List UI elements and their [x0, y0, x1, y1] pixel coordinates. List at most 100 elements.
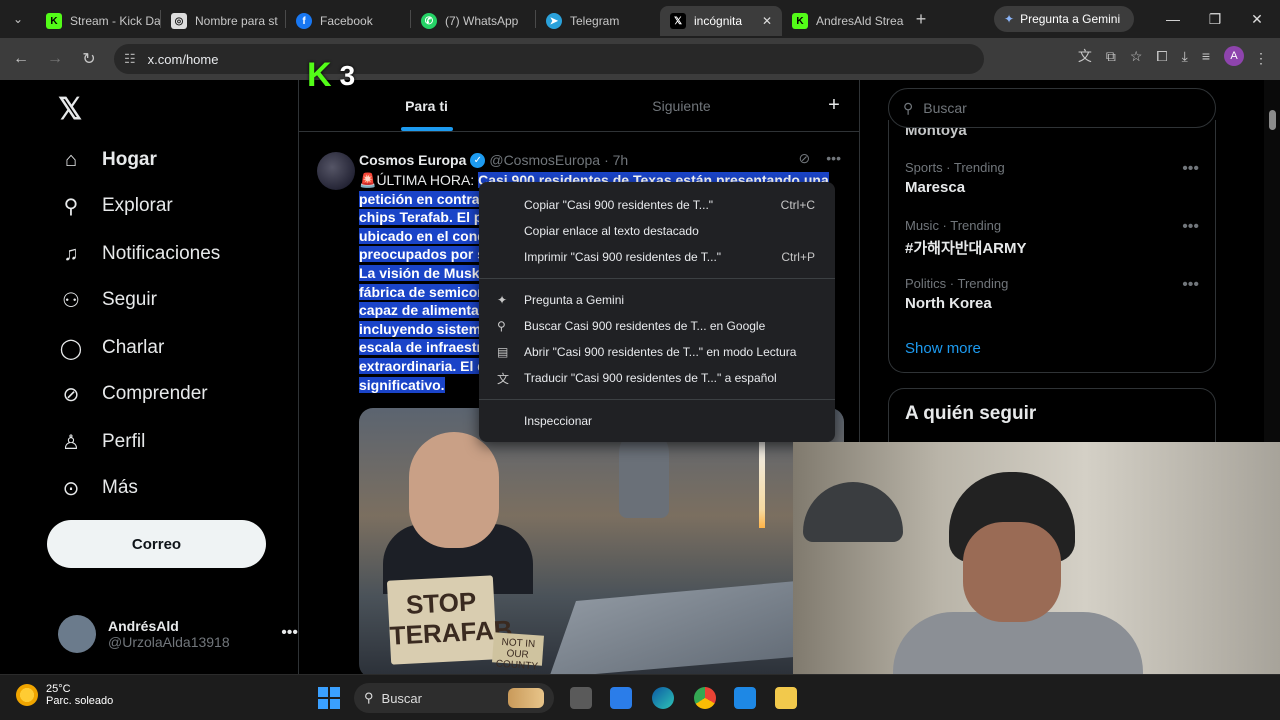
trend-item[interactable]: Sports · Trending Maresca ••• — [905, 160, 1205, 196]
tweet-line: preocupados por s — [359, 246, 486, 263]
tweet-time[interactable]: · 7h — [604, 152, 628, 168]
whatsapp-icon: ✆ — [421, 13, 437, 29]
nav-item-follow[interactable]: ⚇ Seguir — [58, 282, 157, 318]
more-options-icon[interactable]: ••• — [1182, 218, 1199, 236]
trends-panel: Montoya Sports · Trending Maresca ••• Mu… — [888, 120, 1216, 373]
menu-item-print[interactable]: Imprimir "Casi 900 residentes de T..." C… — [479, 244, 835, 270]
menu-item-translate[interactable]: 文 Traducir "Casi 900 residentes de T..."… — [479, 365, 835, 391]
translate-icon[interactable]: 文 — [1078, 46, 1092, 66]
taskbar-search[interactable]: ⚲ Buscar — [354, 683, 554, 713]
author-handle[interactable]: @CosmosEuropa — [489, 152, 600, 168]
kick-count: 3 — [339, 59, 356, 91]
avatar[interactable] — [317, 152, 355, 190]
tweet-line: fábrica de semicor — [359, 283, 483, 300]
new-tab-button[interactable]: + — [906, 9, 936, 30]
maximize-button[interactable]: ❐ — [1194, 0, 1236, 38]
nav-item-more[interactable]: ⊙ Más — [58, 470, 138, 506]
tweet-image[interactable]: STOP TERAFAB NOT IN OUR COUNTY — [359, 408, 844, 678]
account-switcher[interactable]: AndrésAld @UrzolaAlda13918 ••• — [58, 610, 298, 658]
chat-icon: ◯ — [59, 337, 83, 360]
menu-item-gemini[interactable]: ✦ Pregunta a Gemini — [479, 287, 835, 313]
bookmark-star-icon[interactable]: ☆ — [1130, 48, 1143, 65]
download-icon[interactable]: ⤓ — [1182, 48, 1188, 65]
media-control-icon[interactable]: ≡ — [1202, 48, 1210, 64]
tweet-line: chips Terafab. El pr — [359, 209, 488, 226]
show-more-link[interactable]: Show more — [905, 340, 981, 357]
weather-temperature: 25°C — [46, 683, 71, 695]
menu-item-reader-mode[interactable]: ▤ Abrir "Casi 900 residentes de T..." en… — [479, 339, 835, 365]
more-options-icon[interactable]: ••• — [281, 624, 298, 642]
tab-x-active[interactable]: 𝕏 incógnita ✕ — [660, 6, 782, 36]
browser-menu-icon[interactable]: ⋮ — [1254, 50, 1268, 67]
tab-facebook[interactable]: f Facebook — [286, 6, 410, 36]
tab-telegram[interactable]: ➤ Telegram — [536, 6, 660, 36]
file-explorer-icon[interactable] — [775, 687, 797, 709]
add-tab-icon[interactable]: + — [809, 80, 859, 131]
translate-icon: 文 — [497, 371, 510, 386]
telegram-icon: ➤ — [546, 13, 562, 29]
close-window-button[interactable]: ✕ — [1236, 0, 1278, 38]
tweet-header: Cosmos Europa ✓ @CosmosEuropa · 7h — [359, 152, 628, 168]
tab-title: Facebook — [320, 14, 373, 28]
tab-following[interactable]: Siguiente — [554, 80, 809, 131]
more-options-icon[interactable]: ••• — [826, 150, 841, 167]
tab-kick-andresald[interactable]: K AndresAld Strea — [782, 6, 906, 36]
profile-avatar[interactable]: A — [1224, 46, 1244, 66]
x-logo-icon[interactable]: 𝕏 — [58, 92, 82, 127]
tweet-line: capaz de alimentar — [359, 302, 485, 319]
cast-icon[interactable]: ⧉ — [1106, 48, 1116, 65]
site-info-icon[interactable]: ☷ — [124, 51, 136, 67]
minimize-button[interactable]: — — [1152, 0, 1194, 38]
more-options-icon[interactable]: ••• — [1182, 276, 1199, 294]
nav-item-notifications[interactable]: ♫ Notificaciones — [58, 236, 221, 272]
vscode-icon[interactable] — [734, 687, 756, 709]
microsoft-store-icon[interactable] — [610, 687, 632, 709]
trend-meta: Music · Trending — [905, 218, 1002, 233]
nav-item-chat[interactable]: ◯ Charlar — [58, 330, 165, 366]
tweet-line: petición en contra — [359, 190, 480, 207]
nav-item-grok[interactable]: ⊘ Comprender — [58, 376, 208, 412]
follow-icon: ⚇ — [62, 289, 80, 312]
reload-button[interactable]: ↻ — [72, 42, 106, 76]
tab-title: Nombre para st — [195, 14, 278, 28]
menu-item-search-google[interactable]: ⚲ Buscar Casi 900 residentes de T... en … — [479, 313, 835, 339]
user-handle: @UrzolaAlda13918 — [108, 634, 230, 650]
address-bar[interactable]: ☷ x.com/home — [114, 44, 984, 74]
task-view-icon[interactable] — [570, 687, 592, 709]
trend-item[interactable]: Politics · Trending North Korea ••• — [905, 276, 1205, 312]
weather-widget[interactable]: 25°C Parc. soleado — [16, 683, 113, 707]
close-tab-icon[interactable]: ✕ — [752, 14, 772, 28]
extensions-icon[interactable]: ⧠ — [1156, 48, 1167, 65]
nav-item-home[interactable]: ⌂ Hogar — [58, 142, 157, 178]
tab-whatsapp[interactable]: ✆ (7) WhatsApp — [411, 6, 535, 36]
tab-kick-stream[interactable]: K Stream - Kick Da — [36, 6, 160, 36]
gemini-button[interactable]: ✦ Pregunta a Gemini — [994, 6, 1134, 32]
author-name[interactable]: Cosmos Europa — [359, 152, 466, 168]
back-button[interactable]: ← — [4, 42, 38, 76]
grok-icon[interactable]: ⊘ — [799, 150, 811, 167]
windows-start-icon[interactable] — [318, 687, 340, 709]
menu-label: Buscar Casi 900 residentes de T... en Go… — [524, 319, 766, 333]
menu-divider — [479, 278, 835, 279]
gemini-icon: ✦ — [497, 293, 508, 307]
more-options-icon[interactable]: ••• — [1182, 160, 1199, 178]
tweet-line: escala de infraestr — [359, 339, 482, 356]
post-button[interactable]: Correo — [47, 520, 266, 568]
menu-item-copy[interactable]: Copiar "Casi 900 residentes de T..." Ctr… — [479, 192, 835, 218]
chrome-icon[interactable] — [694, 687, 716, 709]
nav-item-explore[interactable]: ⚲ Explorar — [58, 188, 173, 224]
gemini-button-label: Pregunta a Gemini — [1020, 12, 1121, 26]
nav-item-profile[interactable]: ♙ Perfil — [58, 424, 145, 460]
home-icon: ⌂ — [64, 148, 78, 171]
search-input[interactable]: ⚲ Buscar — [888, 88, 1216, 128]
forward-button[interactable]: → — [38, 42, 72, 76]
browser-toolbar: ← → ↻ ☷ x.com/home 文 ⧉ ☆ ⧠ ⤓ ≡ A ⋮ — [0, 38, 1280, 80]
trend-item[interactable]: Music · Trending #가해자반대ARMY ••• — [905, 218, 1205, 258]
tab-search-button[interactable]: ⌄ — [0, 0, 36, 38]
menu-item-copy-link[interactable]: Copiar enlace al texto destacado — [479, 218, 835, 244]
tab-chatgpt[interactable]: ◎ Nombre para st — [161, 6, 285, 36]
menu-item-inspect[interactable]: Inspeccionar — [479, 408, 835, 434]
tweet-prefix: ÚLTIMA HORA: — [376, 172, 479, 188]
edge-icon[interactable] — [652, 687, 674, 709]
scrollbar-thumb[interactable] — [1269, 110, 1276, 130]
